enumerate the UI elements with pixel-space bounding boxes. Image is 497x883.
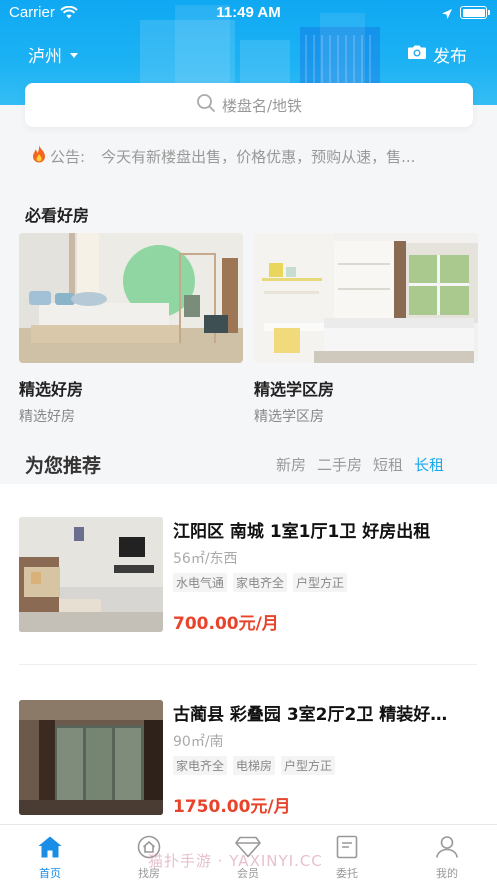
search-bar[interactable]: 楼盘名/地铁 bbox=[25, 83, 473, 127]
listing-tag: 户型方正 bbox=[281, 756, 336, 775]
search-icon bbox=[196, 93, 216, 117]
tab-long-rent[interactable]: 长租 bbox=[414, 454, 444, 475]
announcement-label: 公告: bbox=[50, 147, 86, 166]
home-icon bbox=[15, 833, 85, 861]
must-see-title: 必看好房 bbox=[25, 206, 90, 225]
publish-button[interactable]: 发布 bbox=[407, 42, 467, 67]
announcement-bar[interactable]: 公告: 今天有新楼盘出售，价格优惠，预购从速，售... bbox=[31, 144, 471, 168]
listing-tag: 水电气通 bbox=[173, 573, 228, 592]
bedroom-photo bbox=[19, 233, 243, 363]
search-placeholder: 楼盘名/地铁 bbox=[221, 96, 303, 115]
city-label: 泸州 bbox=[28, 47, 62, 67]
tab-home-label: 首页 bbox=[39, 867, 61, 880]
camera-icon bbox=[407, 44, 427, 65]
listing-area-orientation: 56㎡/东西 bbox=[173, 551, 238, 567]
featured-card[interactable]: 精选好房 精选好房 bbox=[19, 233, 243, 426]
listing-tags: 家电齐全 电梯房 户型方正 bbox=[173, 756, 336, 775]
tab-new-house[interactable]: 新房 bbox=[276, 454, 306, 475]
listing-item[interactable]: 古蔺县 彩叠园 3室2厅2卫 精装好… 90㎡/南 家电齐全 电梯房 户型方正 … bbox=[19, 700, 479, 817]
listing-title: 古蔺县 彩叠园 3室2厅2卫 精装好… bbox=[173, 705, 448, 725]
status-bar: Carrier 11:49 AM bbox=[0, 0, 497, 26]
fire-icon bbox=[31, 144, 47, 168]
listing-tag: 家电齐全 bbox=[173, 756, 228, 775]
tab-mine[interactable]: 我的 bbox=[412, 833, 482, 881]
listing-tag: 户型方正 bbox=[293, 573, 348, 592]
watermark: 猫扑手游 · YAXINYI.CC bbox=[148, 852, 323, 870]
tab-second-hand[interactable]: 二手房 bbox=[317, 454, 362, 475]
featured-card-subtitle: 精选学区房 bbox=[254, 409, 324, 425]
clock: 11:49 AM bbox=[216, 4, 281, 21]
publish-label: 发布 bbox=[433, 47, 467, 67]
featured-card-title: 精选学区房 bbox=[254, 380, 335, 399]
tab-mine-label: 我的 bbox=[436, 867, 458, 880]
location-arrow-icon bbox=[441, 6, 453, 24]
recommend-title: 为您推荐 bbox=[25, 455, 102, 477]
listing-price: 1750.00元/月 bbox=[173, 797, 291, 817]
bedroom-photo bbox=[254, 233, 478, 363]
listing-price: 700.00元/月 bbox=[173, 614, 279, 634]
featured-card[interactable]: 精选学区房 精选学区房 bbox=[254, 233, 478, 426]
user-icon bbox=[412, 833, 482, 861]
listing-title: 江阳区 南城 1室1厅1卫 好房出租 bbox=[173, 522, 431, 542]
divider bbox=[19, 664, 477, 665]
listing-tags: 水电气通 家电齐全 户型方正 bbox=[173, 573, 348, 592]
listing-photo bbox=[19, 700, 163, 815]
listing-tag: 家电齐全 bbox=[233, 573, 288, 592]
listing-tag: 电梯房 bbox=[233, 756, 276, 775]
caret-down-icon bbox=[70, 53, 78, 58]
tab-home[interactable]: 首页 bbox=[15, 833, 85, 881]
tab-short-rent[interactable]: 短租 bbox=[373, 454, 403, 475]
listing-item[interactable]: 江阳区 南城 1室1厅1卫 好房出租 56㎡/东西 水电气通 家电齐全 户型方正… bbox=[19, 517, 479, 634]
rental-type-tabs: 新房 二手房 短租 长租 bbox=[276, 454, 444, 475]
listing-photo bbox=[19, 517, 163, 632]
announcement-text: 今天有新楼盘出售，价格优惠，预购从速，售... bbox=[101, 147, 416, 166]
featured-card-title: 精选好房 bbox=[19, 380, 84, 399]
listing-area-orientation: 90㎡/南 bbox=[173, 734, 224, 750]
battery-icon bbox=[460, 6, 490, 19]
featured-card-subtitle: 精选好房 bbox=[19, 409, 75, 425]
city-selector[interactable]: 泸州 bbox=[28, 42, 78, 67]
